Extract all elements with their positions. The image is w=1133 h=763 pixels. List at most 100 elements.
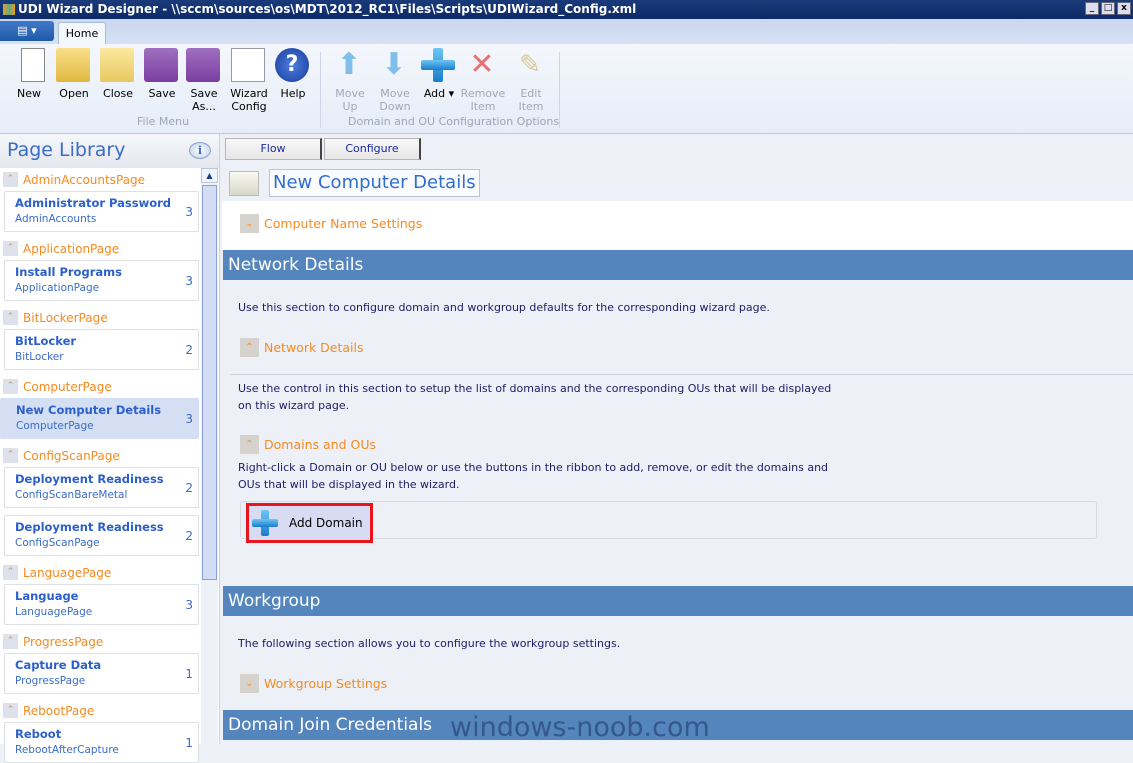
item-subtitle: AdminAccounts (15, 213, 97, 225)
save-as-button[interactable]: Save As... (181, 48, 225, 113)
divider (230, 374, 1133, 375)
category-label: RebootPage (23, 703, 95, 718)
library-category[interactable]: ⌃ RebootPage (0, 701, 219, 720)
app-menu-button[interactable]: ▤ ▾ (0, 21, 54, 41)
library-category[interactable]: ⌃ LanguagePage (0, 563, 219, 582)
close-button[interactable]: x (1117, 2, 1131, 15)
pencil-icon: ✎ (519, 50, 541, 80)
library-item[interactable]: New Computer Details ComputerPage 3 (0, 398, 199, 439)
window-title: UDI Wizard Designer - \\sccm\sources\os\… (18, 2, 637, 16)
add-domain-label: Add Domain (289, 516, 363, 530)
open-button[interactable]: Open (51, 48, 95, 100)
library-category[interactable]: ⌃ AdminAccountsPage (0, 170, 219, 189)
library-category[interactable]: ⌃ ApplicationPage (0, 239, 219, 258)
chevron-up-icon[interactable]: ⌃ (3, 634, 18, 649)
computer-name-settings-expander[interactable]: ⌄ Computer Name Settings (240, 214, 422, 233)
page-thumbnail-icon (229, 171, 259, 196)
workgroup-description: The following section allows you to conf… (238, 637, 621, 650)
domains-ous-expander[interactable]: ⌃ Domains and OUs (240, 435, 376, 454)
new-button[interactable]: New (6, 48, 50, 100)
category-label: ApplicationPage (23, 241, 120, 256)
help-button[interactable]: ? Help (270, 48, 314, 100)
library-item[interactable]: Administrator Password AdminAccounts 3 (4, 191, 199, 232)
button-label: New (17, 87, 41, 100)
chevron-up-icon[interactable]: ⌃ (3, 241, 18, 256)
button-label: Add ▾ (423, 87, 455, 100)
item-count: 3 (185, 412, 193, 426)
library-item[interactable]: Install Programs ApplicationPage 3 (4, 260, 199, 301)
save-button[interactable]: Save (139, 48, 183, 100)
chevron-up-icon[interactable]: ⌃ (3, 172, 18, 187)
edit-item-button[interactable]: ✎ Edit Item (508, 48, 552, 113)
item-title: New Computer Details (16, 403, 162, 417)
button-label: Move Down (379, 87, 411, 113)
tab-configure[interactable]: Configure (324, 138, 421, 160)
domain-group-label: Domain and OU Configuration Options (348, 115, 560, 128)
button-label: Open (59, 87, 89, 100)
button-label: Wizard Config (230, 87, 268, 113)
wizard-config-button[interactable]: Wizard Config (226, 48, 270, 113)
button-label: Help (280, 87, 306, 100)
chevron-down-icon[interactable]: ⌄ (240, 214, 259, 233)
chevron-up-icon[interactable]: ⌃ (3, 310, 18, 325)
page-header: New Computer Details (222, 165, 1133, 201)
category-label: LanguagePage (23, 565, 112, 580)
network-details-expander[interactable]: ⌃ Network Details (240, 338, 364, 357)
ribbon-tabs: ▤ ▾ Home (0, 19, 1133, 44)
main-panel: Flow Configure New Computer Details ⌄ Com… (222, 134, 1133, 744)
workgroup-settings-expander[interactable]: ⌄ Workgroup Settings (240, 674, 387, 693)
library-category[interactable]: ⌃ ConfigScanPage (0, 446, 219, 465)
scrollbar[interactable]: ▲ (201, 168, 218, 744)
library-item[interactable]: BitLocker BitLocker 2 (4, 329, 199, 370)
ribbon: File Menu Domain and OU Configuration Op… (0, 44, 1133, 134)
chevron-up-icon[interactable]: ⌃ (3, 379, 18, 394)
group-divider (559, 52, 560, 128)
expander-label: Computer Name Settings (264, 216, 423, 231)
title-bar: UDI Wizard Designer - \\sccm\sources\os\… (0, 0, 1133, 19)
add-button[interactable]: Add ▾ (416, 48, 460, 100)
scroll-up-arrow-icon[interactable]: ▲ (201, 168, 218, 183)
library-category[interactable]: ⌃ ProgressPage (0, 632, 219, 651)
item-subtitle: ComputerPage (16, 420, 94, 432)
chevron-up-icon[interactable]: ⌃ (240, 338, 259, 357)
add-domain-button[interactable]: Add Domain (246, 503, 373, 543)
scroll-thumb[interactable] (202, 185, 217, 580)
library-item[interactable]: Capture Data ProgressPage 1 (4, 653, 199, 694)
remove-item-button[interactable]: ✕ Remove Item (460, 48, 506, 114)
library-item[interactable]: Deployment Readiness ConfigScanPage 2 (4, 515, 199, 556)
expander-label: Network Details (264, 340, 364, 355)
chevron-up-icon[interactable]: ⌃ (3, 565, 18, 580)
library-item[interactable]: Reboot RebootAfterCapture 1 (4, 722, 199, 763)
info-icon[interactable]: i (189, 142, 211, 159)
tab-home[interactable]: Home (58, 22, 106, 44)
item-subtitle: ConfigScanBareMetal (15, 489, 128, 501)
library-item[interactable]: Deployment Readiness ConfigScanBareMetal 2 (4, 467, 199, 508)
page-title[interactable]: New Computer Details (269, 169, 480, 197)
open-folder-icon (56, 48, 90, 82)
item-count: 3 (185, 598, 193, 612)
maximize-button[interactable]: □ (1101, 2, 1115, 15)
move-down-button[interactable]: ⬇ Move Down (372, 48, 416, 114)
file-menu-group-label: File Menu (137, 115, 190, 128)
minimize-button[interactable]: _ (1085, 2, 1099, 15)
item-count: 1 (185, 736, 193, 750)
chevron-down-icon[interactable]: ⌄ (240, 674, 259, 693)
library-item[interactable]: Language LanguagePage 3 (4, 584, 199, 625)
chevron-up-icon[interactable]: ⌃ (240, 435, 259, 454)
item-title: Install Programs (15, 265, 122, 279)
library-category[interactable]: ⌃ ComputerPage (0, 377, 219, 396)
domains-help: Right-click a Domain or OU below or use … (238, 461, 829, 491)
item-title: Capture Data (15, 658, 102, 672)
workgroup-band: Workgroup (223, 586, 1133, 616)
expander-label: Domains and OUs (264, 437, 376, 452)
item-count: 3 (185, 205, 193, 219)
close-button[interactable]: Close (95, 48, 139, 100)
category-label: AdminAccountsPage (23, 172, 145, 187)
chevron-up-icon[interactable]: ⌃ (3, 703, 18, 718)
library-category[interactable]: ⌃ BitLockerPage (0, 308, 219, 327)
chevron-up-icon[interactable]: ⌃ (3, 448, 18, 463)
page-library: Page Library i ⌃ AdminAccountsPage Adminis… (0, 134, 220, 763)
tab-flow[interactable]: Flow (225, 138, 322, 160)
move-up-button[interactable]: ⬆ Move Up (327, 48, 371, 114)
button-label: Remove Item (460, 87, 506, 113)
